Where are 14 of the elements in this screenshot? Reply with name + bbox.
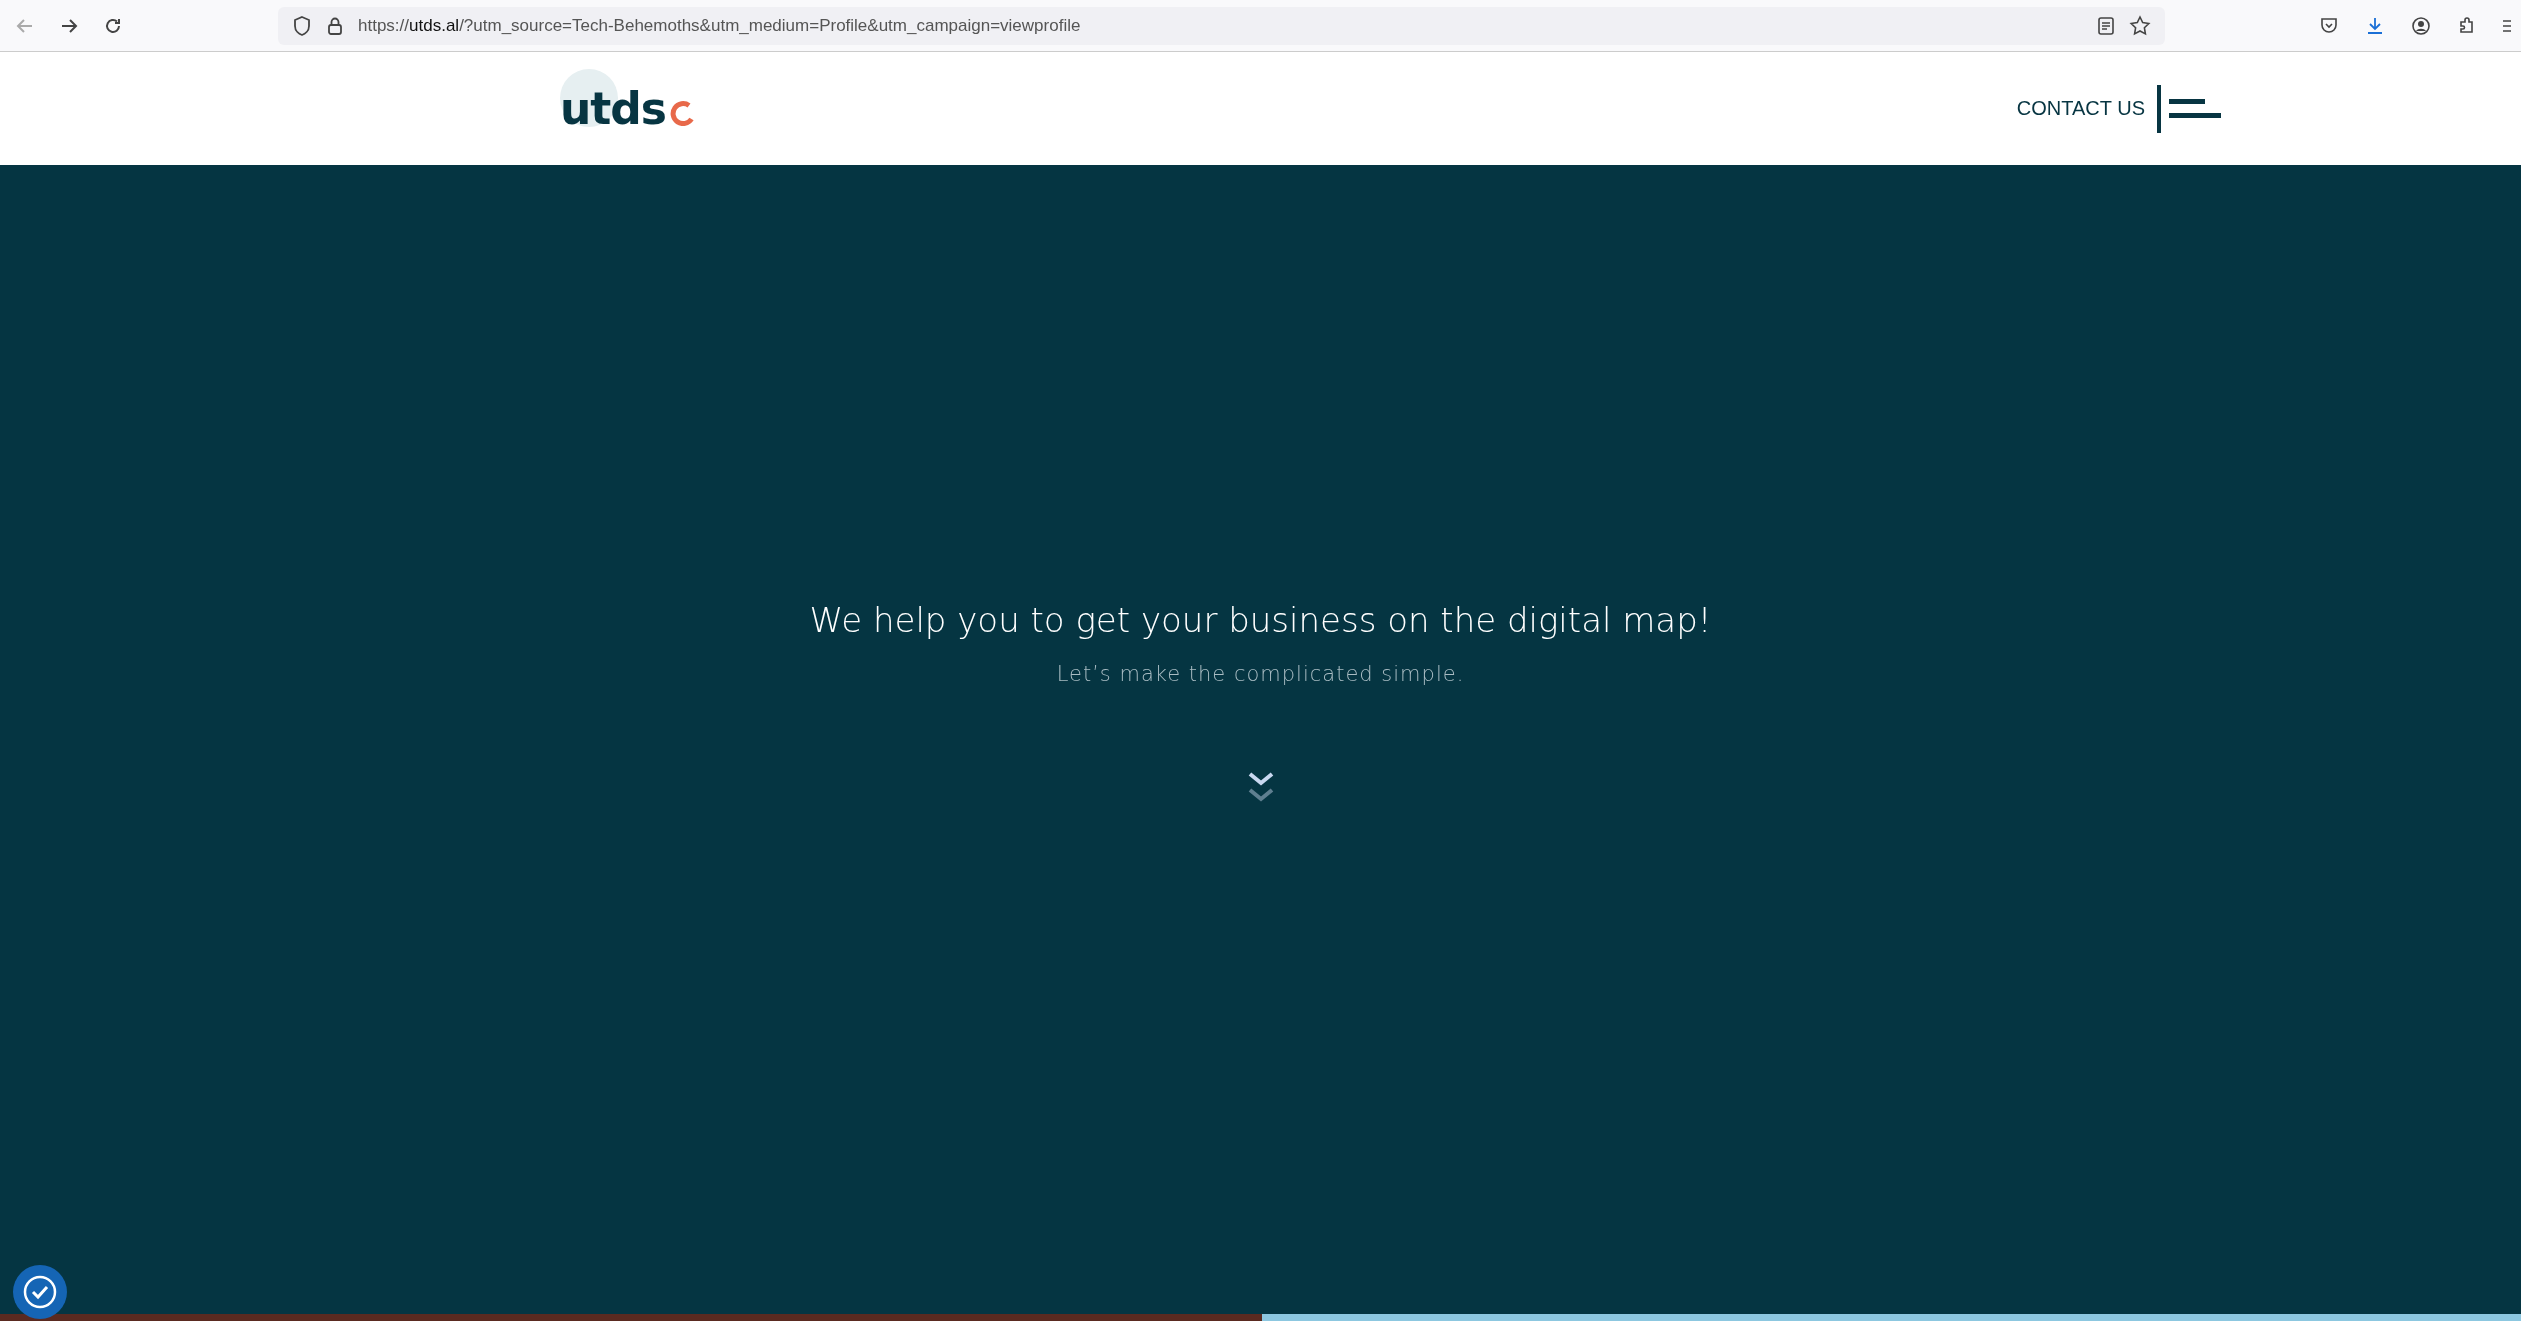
hero-subtitle: Let’s make the complicated simple. [1056,662,1465,686]
star-icon[interactable] [2129,14,2151,37]
shield-icon [292,14,312,37]
address-bar[interactable]: https://utds.al/?utm_source=Tech-Behemoths&utm_medium=Profile&utm_campaign=viewprofile [278,6,2165,45]
pocket-icon[interactable] [2319,15,2339,36]
account-icon[interactable] [2411,15,2431,36]
hero-title: We help you to get your business on the digital map! [809,600,1712,640]
menu-icon[interactable] [2157,84,2221,133]
reader-view-icon[interactable] [2097,15,2115,36]
contact-link[interactable]: CONTACT US [2016,97,2145,120]
cookie-consent-icon[interactable] [12,1264,68,1320]
download-icon[interactable] [2365,15,2385,36]
url-text: https://utds.al/?utm_source=Tech-Behemoths&utm_medium=Profile&utm_campaign=viewprofile [358,15,1081,36]
logo-text[interactable]: utds [560,83,667,134]
